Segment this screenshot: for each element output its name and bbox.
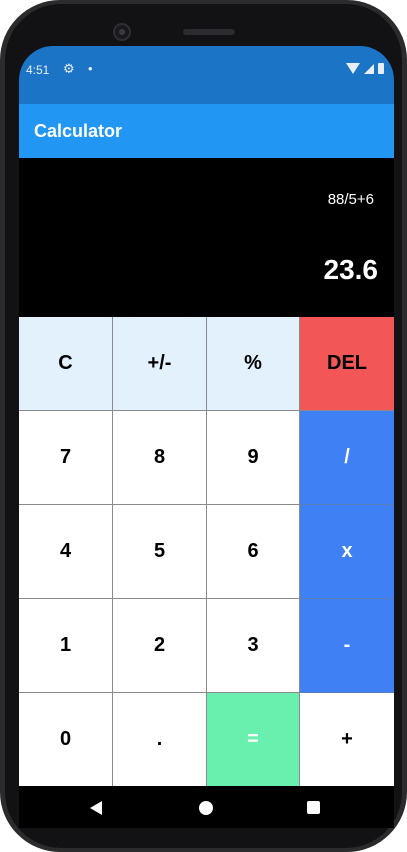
keypad: C +/- % DEL 7 8 9 / 4 5 6 x 1 2 3 - 0 . … (19, 317, 394, 787)
digit-4-button[interactable]: 4 (19, 505, 113, 599)
app-title: Calculator (34, 120, 123, 141)
digit-1-button[interactable]: 1 (19, 599, 113, 693)
digit-9-button[interactable]: 9 (207, 411, 300, 505)
clear-button[interactable]: C (19, 317, 113, 411)
gear-icon: ⚙ (63, 61, 75, 76)
digit-3-button[interactable]: 3 (207, 599, 300, 693)
battery-icon (378, 63, 384, 74)
camera-icon (113, 23, 131, 41)
home-icon[interactable] (199, 801, 213, 815)
phone-frame: 4:51 ⚙ • Calculator 88/5+6 23.6 C +/- % … (0, 0, 407, 852)
digit-2-button[interactable]: 2 (113, 599, 207, 693)
status-time: 4:51 (26, 63, 50, 77)
multiply-button[interactable]: x (300, 505, 394, 599)
expression-text: 88/5+6 (327, 191, 374, 208)
dot-icon: • (88, 61, 93, 76)
digit-0-button[interactable]: 0 (19, 693, 113, 787)
speaker-grille (183, 29, 235, 35)
app-bar: Calculator (19, 104, 394, 158)
percent-button[interactable]: % (207, 317, 300, 411)
add-button[interactable]: + (300, 693, 394, 787)
digit-7-button[interactable]: 7 (19, 411, 113, 505)
result-text: 23.6 (323, 254, 379, 285)
back-icon[interactable] (90, 801, 102, 815)
status-bar: 4:51 ⚙ • (19, 46, 394, 104)
digit-5-button[interactable]: 5 (113, 505, 207, 599)
screen: 4:51 ⚙ • Calculator 88/5+6 23.6 C +/- % … (19, 46, 394, 828)
toggle-sign-button[interactable]: +/- (113, 317, 207, 411)
decimal-button[interactable]: . (113, 693, 207, 787)
status-icons (346, 63, 384, 74)
digit-8-button[interactable]: 8 (113, 411, 207, 505)
divide-button[interactable]: / (300, 411, 394, 505)
signal-icon (364, 63, 374, 74)
subtract-button[interactable]: - (300, 599, 394, 693)
navigation-bar (19, 786, 394, 828)
calculator-display: 88/5+6 23.6 (19, 158, 394, 317)
delete-button[interactable]: DEL (300, 317, 394, 411)
equals-button[interactable]: = (207, 693, 300, 787)
wifi-icon (346, 63, 360, 74)
digit-6-button[interactable]: 6 (207, 505, 300, 599)
recents-icon[interactable] (307, 801, 320, 814)
